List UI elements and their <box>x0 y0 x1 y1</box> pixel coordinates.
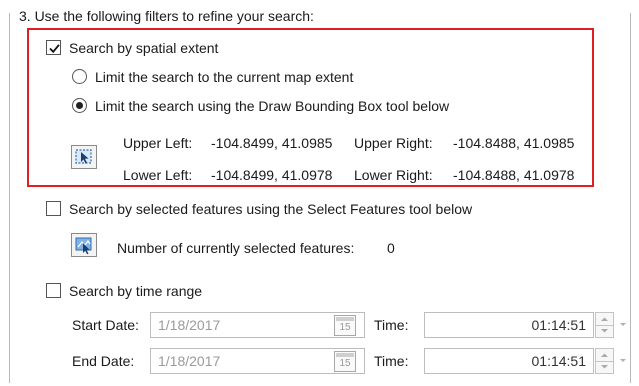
start-date-value: 1/18/2017 <box>158 317 221 333</box>
spatial-extent-label: Search by spatial extent <box>69 40 219 56</box>
end-date-field[interactable]: 1/18/2017 <box>150 348 365 374</box>
end-time-value: 01:14:51 <box>531 353 587 369</box>
upper-left-label: Upper Left: <box>123 135 193 151</box>
start-date-field[interactable]: 1/18/2017 <box>150 312 365 338</box>
lower-left-label: Lower Left: <box>123 167 193 183</box>
end-time-field[interactable]: 01:14:51 <box>424 348 594 374</box>
start-time-spinner[interactable] <box>595 312 614 338</box>
draw-bounding-box-icon <box>75 149 92 164</box>
current-extent-radio[interactable] <box>72 69 87 84</box>
end-calendar-icon[interactable]: 15 <box>334 351 356 372</box>
spinner-arrows-icon <box>601 353 608 369</box>
end-date-value: 1/18/2017 <box>158 353 221 369</box>
start-time-field[interactable]: 01:14:51 <box>424 312 594 338</box>
selected-features-label: Search by selected features using the Se… <box>69 201 473 217</box>
time-range-checkbox[interactable] <box>46 283 61 298</box>
draw-bounding-box-button[interactable] <box>71 145 97 169</box>
end-time-spinner[interactable] <box>595 348 614 374</box>
lower-left-value: -104.8499, 41.0978 <box>211 167 333 183</box>
radio-selected-dot <box>76 102 83 109</box>
current-extent-label: Limit the search to the current map exte… <box>95 69 354 85</box>
selected-count-label: Number of currently selected features: <box>117 240 355 256</box>
selected-count-value: 0 <box>387 240 395 256</box>
start-time-label: Time: <box>374 317 409 333</box>
end-time-label: Time: <box>374 353 409 369</box>
start-calendar-day: 15 <box>339 322 351 333</box>
lower-right-value: -104.8488, 41.0978 <box>453 167 575 183</box>
start-calendar-icon[interactable]: 15 <box>334 315 356 336</box>
spinner-arrows-icon <box>601 317 608 333</box>
upper-right-label: Upper Right: <box>354 135 433 151</box>
bounding-box-radio[interactable] <box>72 98 87 113</box>
end-date-label: End Date: <box>72 353 135 369</box>
checkmark-icon <box>49 44 60 54</box>
upper-right-value: -104.8488, 41.0985 <box>453 135 575 151</box>
time-range-label: Search by time range <box>69 283 203 299</box>
select-features-icon <box>75 237 92 255</box>
select-features-button[interactable] <box>71 233 97 257</box>
end-calendar-day: 15 <box>339 358 351 369</box>
lower-right-label: Lower Right: <box>354 167 433 183</box>
start-time-value: 01:14:51 <box>531 317 587 333</box>
bounding-box-label: Limit the search using the Draw Bounding… <box>95 98 450 114</box>
upper-left-value: -104.8499, 41.0985 <box>211 135 333 151</box>
end-time-dropdown[interactable] <box>617 348 629 374</box>
start-time-dropdown[interactable] <box>617 312 629 338</box>
chevron-down-icon <box>620 323 626 326</box>
selected-features-checkbox[interactable] <box>46 201 61 216</box>
start-date-label: Start Date: <box>72 317 139 333</box>
spatial-extent-checkbox[interactable] <box>46 40 61 55</box>
chevron-down-icon <box>620 359 626 362</box>
step-heading: 3. Use the following filters to refine y… <box>19 8 314 24</box>
